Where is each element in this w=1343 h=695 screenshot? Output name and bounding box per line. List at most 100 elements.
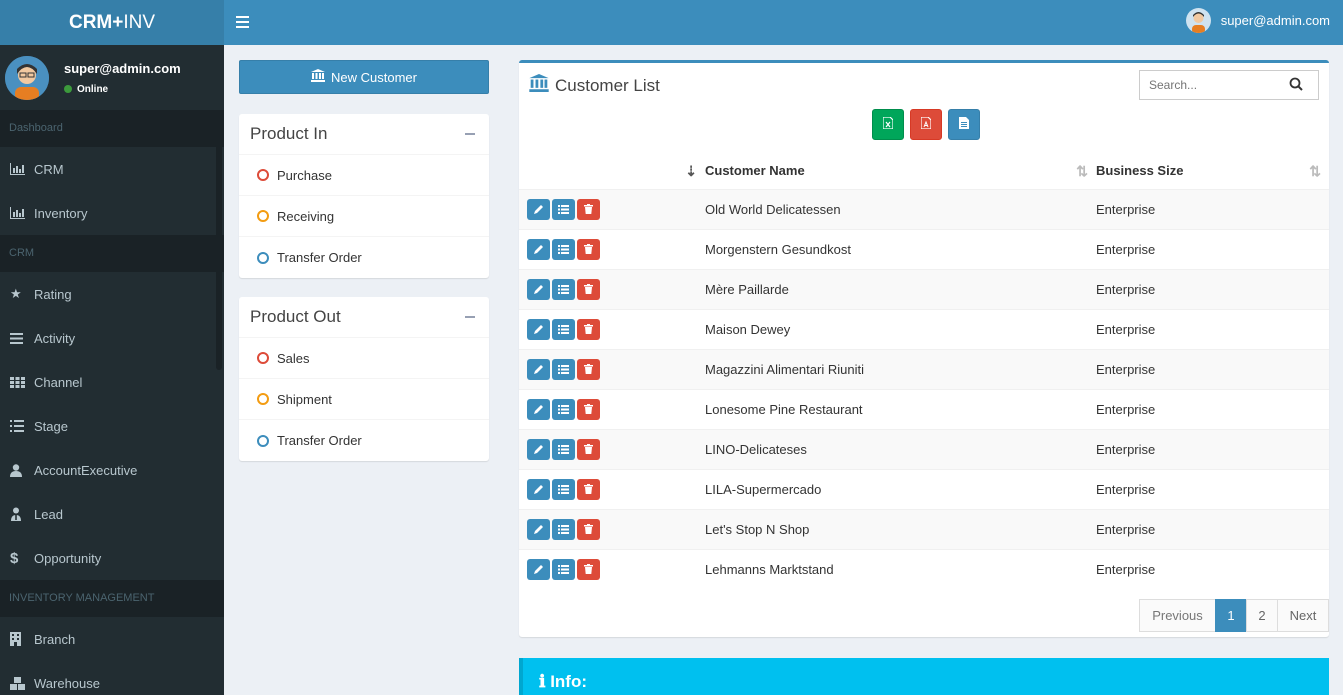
user-status: Online [64, 84, 181, 95]
product-out-item-shipment[interactable]: Shipment [239, 379, 489, 420]
online-dot-icon [64, 85, 72, 93]
pagination-previous[interactable]: Previous [1139, 599, 1216, 632]
product-out-item-transfer-order[interactable]: Transfer Order [239, 420, 489, 461]
product-in-item-receiving[interactable]: Receiving [239, 196, 489, 237]
dollar-icon: $ [10, 549, 19, 567]
sidebar-item-warehouse[interactable]: Warehouse [0, 661, 224, 695]
edit-pencil-icon[interactable] [527, 398, 550, 420]
edit-pencil-icon[interactable] [527, 438, 550, 460]
product-in-title: Product In [250, 124, 328, 143]
details-list-icon[interactable] [552, 318, 575, 340]
delete-trash-icon[interactable] [577, 518, 600, 540]
sidebar-scrollbar[interactable] [216, 110, 222, 370]
delete-trash-icon[interactable] [577, 198, 600, 220]
circle-icon [257, 393, 269, 405]
sidebar-item-branch[interactable]: Branch [0, 617, 224, 661]
delete-trash-icon[interactable] [577, 278, 600, 300]
search-input[interactable] [1149, 78, 1289, 92]
customer-name-cell: Lehmanns Marktstand [705, 548, 1096, 589]
details-list-icon[interactable] [552, 438, 575, 460]
row-actions [519, 468, 705, 509]
details-list-icon[interactable] [552, 358, 575, 380]
user-avatar [5, 55, 49, 100]
new-customer-button[interactable]: New Customer [239, 60, 489, 94]
export-excel-button[interactable] [872, 109, 904, 140]
product-out-item-sales[interactable]: Sales [239, 338, 489, 379]
table-row: Maison Dewey Enterprise [519, 308, 1329, 349]
delete-trash-icon[interactable] [577, 398, 600, 420]
sidebar-header-inventory-management: INVENTORY MANAGEMENT [0, 580, 224, 617]
table-row: Mère Paillarde Enterprise [519, 268, 1329, 309]
sidebar: super@admin.com Online Dashboard CRM Inv… [0, 45, 224, 695]
edit-pencil-icon[interactable] [527, 318, 550, 340]
details-list-icon[interactable] [552, 558, 575, 580]
row-actions [519, 308, 705, 349]
nav-user-menu[interactable]: super@admin.com [1185, 8, 1330, 33]
sidebar-item-crm[interactable]: CRM [0, 147, 224, 191]
search-icon[interactable] [1289, 77, 1303, 94]
sidebar-item-activity[interactable]: Activity [0, 316, 224, 360]
edit-pencil-icon[interactable] [527, 278, 550, 300]
row-actions [519, 348, 705, 389]
delete-trash-icon[interactable] [577, 558, 600, 580]
user-icon [10, 463, 34, 477]
export-csv-button[interactable] [948, 109, 980, 140]
edit-pencil-icon[interactable] [527, 198, 550, 220]
business-size-column-header[interactable]: Business Size ⇅ [1096, 153, 1329, 190]
circle-icon [257, 169, 269, 181]
circle-icon [257, 352, 269, 364]
row-actions [519, 228, 705, 269]
product-in-item-purchase[interactable]: Purchase [239, 155, 489, 196]
delete-trash-icon[interactable] [577, 238, 600, 260]
pagination-page-1[interactable]: 1 [1215, 599, 1247, 632]
sort-desc-icon[interactable]: ⇣ [685, 163, 697, 180]
edit-pencil-icon[interactable] [527, 358, 550, 380]
product-in-box: Product In Purchase Receiving Transfer O… [239, 114, 489, 278]
user-panel: super@admin.com Online [0, 45, 224, 110]
star-icon: ★ [10, 286, 22, 301]
app-logo[interactable]: CRM+ INV [0, 0, 224, 45]
table-row: Lehmanns Marktstand Enterprise [519, 548, 1329, 589]
pagination-page-2[interactable]: 2 [1246, 599, 1278, 632]
export-pdf-button[interactable] [910, 109, 942, 140]
details-list-icon[interactable] [552, 238, 575, 260]
ordered-list-icon [10, 420, 34, 432]
product-in-item-transfer-order[interactable]: Transfer Order [239, 237, 489, 278]
sidebar-item-accountexecutive[interactable]: AccountExecutive [0, 448, 224, 492]
business-size-cell: Enterprise [1096, 428, 1329, 469]
edit-pencil-icon[interactable] [527, 558, 550, 580]
edit-pencil-icon[interactable] [527, 478, 550, 500]
sort-icon[interactable]: ⇅ [1076, 163, 1088, 180]
customer-name-column-header[interactable]: Customer Name ⇅ [705, 153, 1096, 190]
collapse-minus-icon[interactable] [465, 133, 475, 135]
details-list-icon[interactable] [552, 478, 575, 500]
row-actions [519, 548, 705, 589]
sidebar-item-inventory[interactable]: Inventory [0, 191, 224, 235]
collapse-minus-icon[interactable] [465, 316, 475, 318]
cubes-icon [10, 676, 34, 690]
actions-column-header[interactable]: ⇣ [519, 153, 705, 190]
customer-name-cell: Morgenstern Gesundkost [705, 228, 1096, 269]
circle-icon [257, 251, 269, 264]
sort-icon[interactable]: ⇅ [1309, 163, 1321, 180]
delete-trash-icon[interactable] [577, 358, 600, 380]
customer-name-cell: Magazzini Alimentari Riuniti [705, 348, 1096, 389]
excel-file-icon [882, 116, 894, 132]
details-list-icon[interactable] [552, 398, 575, 420]
delete-trash-icon[interactable] [577, 478, 600, 500]
sidebar-item-rating[interactable]: ★ Rating [0, 272, 224, 316]
sidebar-item-lead[interactable]: Lead [0, 492, 224, 536]
menu-toggle-icon[interactable] [236, 13, 254, 31]
pagination-next[interactable]: Next [1277, 599, 1329, 632]
delete-trash-icon[interactable] [577, 438, 600, 460]
sidebar-item-stage[interactable]: Stage [0, 404, 224, 448]
details-list-icon[interactable] [552, 518, 575, 540]
row-actions [519, 268, 705, 309]
sidebar-item-channel[interactable]: Channel [0, 360, 224, 404]
delete-trash-icon[interactable] [577, 318, 600, 340]
edit-pencil-icon[interactable] [527, 238, 550, 260]
sidebar-item-opportunity[interactable]: $ Opportunity [0, 536, 224, 580]
edit-pencil-icon[interactable] [527, 518, 550, 540]
details-list-icon[interactable] [552, 198, 575, 220]
details-list-icon[interactable] [552, 278, 575, 300]
